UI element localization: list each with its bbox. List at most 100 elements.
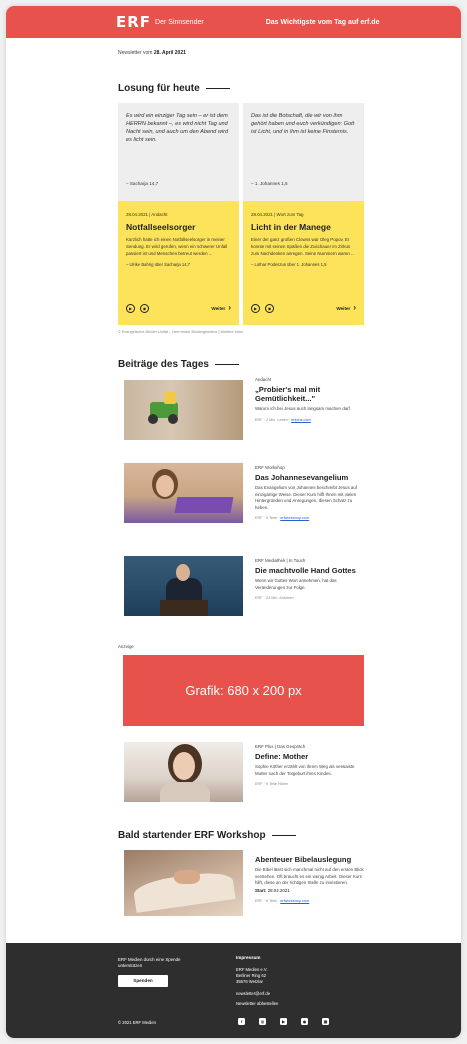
copyright: © 2021 ERF Medien	[118, 1020, 157, 1025]
facebook-icon[interactable]: f	[238, 1018, 245, 1025]
article-description: Das Evangelium von Johannes beschreibt J…	[255, 485, 358, 510]
card-more-link[interactable]: Weiter ›	[211, 303, 231, 312]
workshop-item-title[interactable]: Abenteuer Bibelauslegung	[255, 855, 364, 864]
wheel-shape	[148, 414, 158, 424]
podcast-icon[interactable]: ◉	[140, 304, 149, 313]
article-title[interactable]: Define: Mother	[255, 752, 364, 761]
card-text: Kürzlich hatte ich einen Notfallseelsorg…	[126, 237, 228, 256]
face-shape	[176, 564, 190, 581]
date-value: 28. April 2021	[153, 50, 186, 56]
donate-text: ERF Medien durch eine Spende unterstütze…	[118, 957, 181, 968]
workshop-meta: ERF · 6 Teile · erfworkshop.com	[255, 899, 364, 903]
footer: ERF Medien durch eine Spende unterstütze…	[6, 943, 461, 1038]
app-icon[interactable]: ▣	[322, 1018, 329, 1025]
wort-zum-tag-card[interactable]: 28.04.2021 | Wort zum Tag Licht in der M…	[243, 201, 364, 325]
workshop-thumbnail[interactable]	[124, 850, 243, 916]
instagram-icon[interactable]: ◎	[259, 1018, 266, 1025]
more-label: Weiter	[336, 305, 351, 311]
heading-rule	[205, 88, 230, 89]
article-meta: ERF · 24 Min. Anhören	[255, 596, 294, 601]
book-shape	[174, 497, 234, 513]
social-links: f ◎ ▶ ◉ ▣	[238, 1018, 329, 1025]
email-link[interactable]: newsletter@erf.de	[236, 991, 356, 997]
article-description: Sophie Köther erzählt von ihrem Weg als …	[255, 764, 355, 776]
article-thumbnail[interactable]	[124, 742, 243, 802]
workshop-link[interactable]: erfworkshop.com	[280, 899, 309, 903]
article-meta: ERF · 2 Min. Lesen · erfplus.com	[255, 418, 364, 422]
workshop-heading: Bald startender ERF Workshop	[118, 830, 364, 841]
card-media-icons: ▶ ◉	[251, 304, 274, 313]
losung-copyright-note[interactable]: © Evangelische Brüder-Unität – Herrnhute…	[118, 330, 364, 334]
card-meta: 28.04.2021 | Andacht	[126, 212, 168, 217]
unsubscribe-link[interactable]: Newsletter abbestellen	[236, 1001, 356, 1007]
article-title[interactable]: Das Johannesevangelium	[255, 473, 364, 482]
article-title[interactable]: „Probier's mal mit Gemütlichkeit..."	[255, 385, 364, 403]
workshop-title: Bald startender ERF Workshop	[118, 830, 266, 841]
card-text: Einer der ganz großen Clowns war Oleg Po…	[251, 237, 355, 256]
erf-logo[interactable]: ERF Der Sinnsender	[116, 13, 204, 31]
article-category: ERF Workshop	[255, 465, 285, 470]
play-icon[interactable]: ▶	[126, 304, 135, 313]
quote-reference: – Sacharja 14,7	[126, 181, 159, 186]
article-item[interactable]: ERF Mediathek | In Touch Die machtvolle …	[118, 556, 364, 616]
article-item[interactable]: Andacht „Probier's mal mit Gemütlichkeit…	[118, 377, 364, 440]
chevron-right-icon: ›	[353, 303, 356, 312]
article-thumbnail[interactable]	[124, 556, 243, 616]
article-description: Warum ich bei Jesus auch langsam machen …	[255, 406, 351, 411]
quote-reference: – 1. Johannes 1,5	[251, 181, 288, 186]
date-prefix: Newsletter vom	[118, 50, 154, 56]
podcast-icon[interactable]: ◉	[301, 1018, 308, 1025]
quote-text: Das ist die Botschaft, die wir von ihm g…	[251, 113, 355, 135]
header-tagline-link[interactable]: Das Wichtigste vom Tag auf erf.de	[266, 19, 380, 26]
article-description: Wenn wir Gottes Wort annehmen, hat das V…	[255, 578, 337, 590]
andacht-card[interactable]: 28.04.2021 | Andacht Notfallseelsorger K…	[118, 201, 239, 325]
article-category: ERF Mediathek | In Touch	[255, 558, 306, 563]
losung-quote: Es wird ein einziger Tag sein – er ist d…	[118, 103, 239, 201]
card-media-icons: ▶ ◉	[126, 304, 149, 313]
donate-button[interactable]: Spenden	[118, 975, 168, 987]
podcast-icon[interactable]: ◉	[265, 304, 274, 313]
face-shape	[173, 752, 195, 780]
article-meta: ERF · 5 Teile · erfworkshop.com	[255, 516, 364, 520]
article-title[interactable]: Die machtvolle Hand Gottes	[255, 566, 364, 575]
toy-cab-shape	[164, 392, 176, 404]
article-item[interactable]: ERF Workshop Das Johannesevangelium Das …	[118, 463, 364, 523]
losung-column-1: Es wird ein einziger Tag sein – er ist d…	[118, 103, 239, 325]
article-text: ERF Plus | Das Gespräch Define: Mother S…	[255, 744, 364, 786]
shirt-shape	[160, 782, 210, 802]
card-title[interactable]: Notfallseelsorger	[126, 222, 231, 232]
losung-title: Losung für heute	[118, 83, 200, 94]
heading-rule	[214, 364, 239, 365]
losung-quote: Das ist die Botschaft, die wir von ihm g…	[243, 103, 364, 201]
article-link[interactable]: erfworkshop.com	[280, 516, 309, 520]
ad-banner[interactable]: Grafik: 680 x 200 px	[123, 655, 364, 726]
article-link[interactable]: erfplus.com	[291, 418, 311, 422]
article-item[interactable]: ERF Plus | Das Gespräch Define: Mother S…	[118, 742, 364, 802]
heading-rule	[271, 835, 296, 836]
workshop-text: Abenteuer Bibelauslegung Die Bibel lässt…	[255, 852, 364, 903]
card-more-link[interactable]: Weiter ›	[336, 303, 356, 312]
more-label: Weiter	[211, 305, 226, 311]
beitraege-heading: Beiträge des Tages	[118, 359, 364, 370]
article-thumbnail[interactable]	[124, 463, 243, 523]
card-meta: 28.04.2021 | Wort zum Tag	[251, 212, 304, 217]
article-meta: ERF · 9 Teile Hören	[255, 782, 289, 787]
article-meta-text: ERF · 2 Min. Lesen ·	[255, 417, 292, 422]
workshop-description: Die Bibel lässt sich manchmal nicht auf …	[255, 867, 364, 886]
header-bar: ERF Der Sinnsender Das Wichtigste vom Ta…	[6, 6, 461, 38]
card-author: – Lothar Podeszus über 1. Johannes 1,5	[251, 262, 327, 267]
article-thumbnail[interactable]	[124, 380, 243, 440]
card-title[interactable]: Licht in der Manege	[251, 222, 356, 232]
play-icon[interactable]: ▶	[251, 304, 260, 313]
youtube-icon[interactable]: ▶	[280, 1018, 287, 1025]
main-content: Newsletter vom 28. April 2021 Losung für…	[118, 38, 364, 920]
logo-subtitle: Der Sinnsender	[155, 18, 204, 26]
article-category: ERF Plus | Das Gespräch	[255, 744, 306, 749]
card-author: – Ulrike Bahrig über Sacharja 14,7	[126, 262, 191, 267]
beitraege-title: Beiträge des Tages	[118, 359, 209, 370]
article-meta-text: ERF · 5 Teile ·	[255, 516, 281, 521]
chevron-right-icon: ›	[228, 303, 231, 312]
article-text: ERF Workshop Das Johannesevangelium Das …	[255, 465, 364, 520]
impressum-link[interactable]: Impressum	[236, 955, 356, 961]
workshop-item[interactable]: Abenteuer Bibelauslegung Die Bibel lässt…	[118, 850, 364, 920]
